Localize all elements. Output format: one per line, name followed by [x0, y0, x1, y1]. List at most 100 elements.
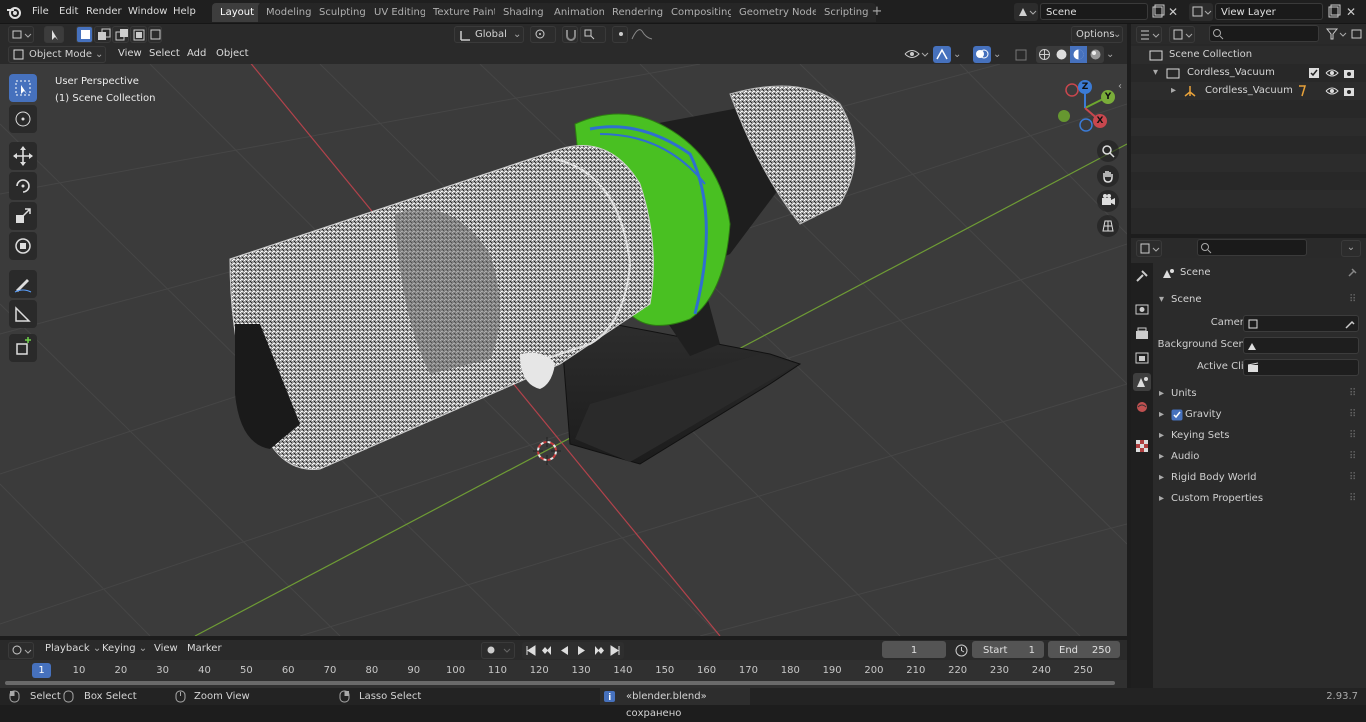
chevron-down-icon[interactable]: ⌄ [1341, 240, 1361, 257]
jump-start-icon[interactable] [522, 642, 539, 659]
jump-keyframe-forward-icon[interactable] [590, 642, 607, 659]
select-extend-icon[interactable] [94, 26, 111, 43]
select-invert-icon[interactable] [130, 26, 147, 43]
drag-handle-icon[interactable]: ⠿ [1349, 426, 1356, 446]
editor-type-icon[interactable] [8, 26, 34, 43]
view-layer-field[interactable]: View Layer [1215, 3, 1323, 20]
tool-measure[interactable] [9, 300, 37, 328]
new-scene-icon[interactable] [1150, 3, 1166, 21]
shading-wireframe-icon[interactable] [1036, 46, 1053, 63]
end-frame-field[interactable]: End 250 [1048, 641, 1120, 658]
tool-annotate[interactable] [9, 270, 37, 298]
tool-cursor[interactable] [9, 105, 37, 133]
eye-icon[interactable] [1325, 85, 1339, 97]
xray-toggle-icon[interactable] [1012, 46, 1030, 63]
play-reverse-icon[interactable] [556, 642, 573, 659]
snap-target-icon[interactable] [580, 26, 606, 43]
tool-tab-icon[interactable] [1133, 267, 1151, 285]
tool-move[interactable] [9, 142, 37, 170]
perspective-toggle-icon[interactable] [1097, 215, 1119, 237]
camera-icon[interactable] [1343, 85, 1357, 97]
transform-orientation-dropdown[interactable]: Global ⌄ [454, 26, 524, 43]
visibility-selectability-icon[interactable] [902, 46, 930, 63]
gizmo-x-axis[interactable]: X [1093, 114, 1107, 128]
display-mode-icon[interactable] [1169, 26, 1195, 43]
shading-solid-icon[interactable] [1053, 46, 1070, 63]
outliner-search-input[interactable] [1209, 25, 1319, 42]
outliner-row-collection[interactable]: ▾ Cordless_Vacuum [1131, 64, 1366, 82]
tab-uv-editing[interactable]: UV Editing [366, 3, 435, 22]
editor-type-icon[interactable] [1136, 240, 1162, 257]
timeline-scrollbar[interactable] [5, 681, 1115, 685]
tab-scripting[interactable]: Scripting [816, 3, 877, 22]
gravity-panel-header[interactable]: ▸ Gravity ⠿ [1153, 405, 1358, 425]
new-view-layer-icon[interactable] [1326, 3, 1342, 21]
select-new-icon[interactable] [76, 26, 93, 43]
shading-material-icon[interactable] [1070, 46, 1087, 63]
drag-handle-icon[interactable]: ⠿ [1349, 447, 1356, 467]
navigation-gizmo[interactable]: X Y Z [1050, 78, 1120, 138]
select-tool-icon[interactable] [44, 26, 64, 43]
gizmo-toggle-icon[interactable] [933, 46, 951, 63]
drag-handle-icon[interactable]: ⠿ [1349, 468, 1356, 488]
tab-animation[interactable]: Animation [546, 3, 613, 22]
view-layer-icon[interactable] [1189, 3, 1213, 21]
expand-arrow-icon[interactable]: ▸ [1171, 82, 1176, 100]
current-frame-field[interactable]: 1 [882, 641, 946, 658]
3d-viewport[interactable]: User Perspective (1) Scene Collection X … [0, 64, 1127, 636]
current-frame-indicator[interactable]: 1 [32, 663, 51, 678]
camera-field[interactable] [1243, 315, 1359, 332]
zoom-icon[interactable] [1097, 140, 1119, 162]
menu-view[interactable]: View [113, 45, 147, 63]
pin-icon[interactable] [1345, 266, 1359, 280]
tool-add-cube[interactable] [9, 334, 37, 362]
outliner-row-scene-collection[interactable]: Scene Collection [1131, 46, 1366, 64]
mode-dropdown[interactable]: Object Mode ⌄ [8, 46, 106, 63]
overlays-toggle-icon[interactable] [973, 46, 991, 63]
tab-texture-paint[interactable]: Texture Paint [425, 3, 506, 22]
checkbox-icon[interactable] [1308, 67, 1320, 79]
units-panel-header[interactable]: ▸ Units ⠿ [1153, 384, 1358, 404]
scene-panel-header[interactable]: ▾ Scene ⠿ [1153, 290, 1366, 310]
tab-sculpting[interactable]: Sculpting [311, 3, 374, 22]
auto-keying-toggle[interactable] [481, 642, 515, 659]
tab-layout[interactable]: Layout [212, 3, 262, 22]
select-intersect-icon[interactable] [148, 26, 162, 43]
select-subtract-icon[interactable] [112, 26, 129, 43]
menu-window[interactable]: Window [123, 3, 172, 21]
snap-toggle-icon[interactable] [562, 26, 578, 43]
gizmo-y-axis[interactable]: Y [1101, 90, 1115, 104]
menu-file[interactable]: File [27, 3, 54, 21]
blender-logo-icon[interactable] [6, 4, 22, 20]
gravity-checkbox-icon[interactable] [1171, 409, 1183, 421]
proportional-edit-icon[interactable] [612, 26, 628, 43]
tab-compositing[interactable]: Compositing [663, 3, 742, 22]
tool-rotate[interactable] [9, 172, 37, 200]
menu-render[interactable]: Render [81, 3, 127, 21]
rigid-body-world-panel-header[interactable]: ▸ Rigid Body World ⠿ [1153, 468, 1358, 488]
properties-search-input[interactable] [1197, 239, 1307, 256]
chevron-down-icon[interactable]: ⌄ [953, 46, 965, 63]
gizmo-z-axis[interactable]: Z [1078, 80, 1092, 94]
keying-sets-panel-header[interactable]: ▸ Keying Sets ⠿ [1153, 426, 1358, 446]
camera-icon[interactable] [1343, 67, 1357, 79]
add-workspace-icon[interactable]: + [870, 5, 884, 19]
background-scene-field[interactable] [1243, 337, 1359, 354]
eye-icon[interactable] [1325, 67, 1339, 79]
outliner-row-object[interactable]: ▸ Cordless_Vacuum [1131, 82, 1366, 100]
audio-panel-header[interactable]: ▸ Audio ⠿ [1153, 447, 1358, 467]
editor-type-icon[interactable] [1136, 26, 1162, 43]
drag-handle-icon[interactable]: ⠿ [1349, 405, 1356, 425]
pan-hand-icon[interactable] [1097, 165, 1119, 187]
active-clip-field[interactable] [1243, 359, 1359, 376]
frame-ruler[interactable]: 10 20 30 40 50 60 70 80 90 100 110 120 130 140 150 160 1… [0, 660, 1127, 688]
play-icon[interactable] [573, 642, 590, 659]
texture-tab-icon[interactable] [1133, 437, 1151, 455]
expand-arrow-icon[interactable]: ▾ [1153, 64, 1158, 82]
pivot-point-icon[interactable] [530, 26, 556, 43]
chevron-down-icon[interactable]: ⌄ [1106, 46, 1118, 63]
new-collection-icon[interactable] [1349, 26, 1365, 42]
sidebar-toggle-icon[interactable]: ‹ [1118, 80, 1126, 94]
menu-help[interactable]: Help [168, 3, 201, 21]
tool-select-box[interactable] [9, 74, 37, 102]
